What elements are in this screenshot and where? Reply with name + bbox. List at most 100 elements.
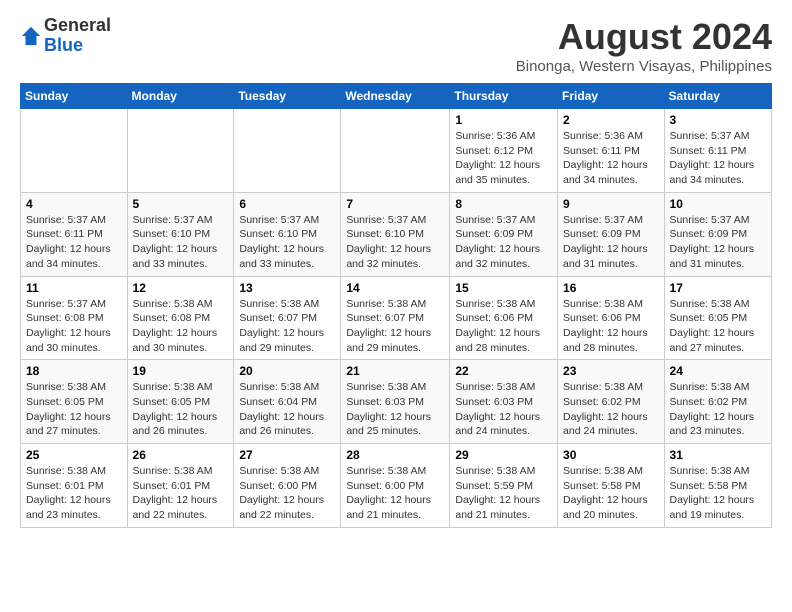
weekday-header: Sunday [21,84,128,109]
weekday-header-row: SundayMondayTuesdayWednesdayThursdayFrid… [21,84,772,109]
day-info: Sunrise: 5:38 AMSunset: 6:01 PMDaylight:… [133,464,229,523]
day-info: Sunrise: 5:38 AMSunset: 6:06 PMDaylight:… [455,297,552,356]
calendar-cell: 14Sunrise: 5:38 AMSunset: 6:07 PMDayligh… [341,276,450,360]
calendar-cell: 15 Sunrise: 5:38 AMSunset: 6:06 PMDayligh… [450,276,558,360]
day-info: Sunrise: 5:36 AMSunset: 6:12 PMDaylight:… [455,129,552,188]
day-info: Sunrise: 5:38 AMSunset: 6:07 PMDaylight:… [239,297,335,356]
day-number: 9 [563,197,659,211]
day-info: Sunrise: 5:37 AMSunset: 6:10 PMDaylight:… [239,213,335,272]
day-info: Sunrise: 5:38 AMSunset: 6:00 PMDaylight:… [346,464,444,523]
calendar-cell: 28 Sunrise: 5:38 AMSunset: 6:00 PMDayligh… [341,444,450,528]
calendar-cell: 7 Sunrise: 5:37 AMSunset: 6:10 PMDaylight… [341,192,450,276]
day-number: 7 [346,197,444,211]
day-number: 1 [455,113,552,127]
calendar-cell: 30 Sunrise: 5:38 AMSunset: 5:58 PMDayligh… [558,444,665,528]
calendar-cell: 21 Sunrise: 5:38 AMSunset: 6:03 PMDayligh… [341,360,450,444]
day-number: 20 [239,364,335,378]
day-number: 25 [26,448,122,462]
day-info: Sunrise: 5:36 AMSunset: 6:11 PMDaylight:… [563,129,659,188]
day-info: Sunrise: 5:37 AMSunset: 6:08 PMDaylight:… [26,297,122,356]
day-number: 31 [670,448,766,462]
logo-blue-text: Blue [44,35,83,55]
day-number: 19 [133,364,229,378]
page-header: General Blue August 2024 Binonga, Wester… [20,16,772,75]
calendar-cell: 5 Sunrise: 5:37 AMSunset: 6:10 PMDaylight… [127,192,234,276]
logo-text: General Blue [44,16,111,56]
day-number: 21 [346,364,444,378]
day-number: 23 [563,364,659,378]
calendar-cell: 24Sunrise: 5:38 AMSunset: 6:02 PMDayligh… [664,360,771,444]
weekday-header: Tuesday [234,84,341,109]
weekday-header: Wednesday [341,84,450,109]
day-info: Sunrise: 5:38 AMSunset: 6:03 PMDaylight:… [346,380,444,439]
day-number: 26 [133,448,229,462]
weekday-header: Thursday [450,84,558,109]
day-number: 5 [133,197,229,211]
day-info: Sunrise: 5:38 AMSunset: 6:05 PMDaylight:… [133,380,229,439]
calendar-week-row: 1 Sunrise: 5:36 AMSunset: 6:12 PMDaylight… [21,109,772,193]
day-info: Sunrise: 5:38 AMSunset: 6:02 PMDaylight:… [563,380,659,439]
calendar-cell: 12 Sunrise: 5:38 AMSunset: 6:08 PMDayligh… [127,276,234,360]
day-info: Sunrise: 5:38 AMSunset: 6:02 PMDaylight:… [670,380,766,439]
calendar-week-row: 18Sunrise: 5:38 AMSunset: 6:05 PMDayligh… [21,360,772,444]
calendar-cell: 19 Sunrise: 5:38 AMSunset: 6:05 PMDayligh… [127,360,234,444]
day-info: Sunrise: 5:38 AMSunset: 6:01 PMDaylight:… [26,464,122,523]
day-number: 6 [239,197,335,211]
day-info: Sunrise: 5:37 AMSunset: 6:09 PMDaylight:… [455,213,552,272]
day-info: Sunrise: 5:37 AMSunset: 6:10 PMDaylight:… [346,213,444,272]
calendar-cell: 17Sunrise: 5:38 AMSunset: 6:05 PMDayligh… [664,276,771,360]
calendar-cell: 18Sunrise: 5:38 AMSunset: 6:05 PMDayligh… [21,360,128,444]
calendar-cell [234,109,341,193]
calendar-cell: 9 Sunrise: 5:37 AMSunset: 6:09 PMDaylight… [558,192,665,276]
calendar-cell: 6 Sunrise: 5:37 AMSunset: 6:10 PMDaylight… [234,192,341,276]
day-number: 27 [239,448,335,462]
calendar-week-row: 25 Sunrise: 5:38 AMSunset: 6:01 PMDayligh… [21,444,772,528]
day-info: Sunrise: 5:38 AMSunset: 6:00 PMDaylight:… [239,464,335,523]
weekday-header: Friday [558,84,665,109]
day-number: 2 [563,113,659,127]
day-number: 29 [455,448,552,462]
month-title: August 2024 [516,16,772,58]
calendar-cell: 23 Sunrise: 5:38 AMSunset: 6:02 PMDayligh… [558,360,665,444]
calendar-cell: 2 Sunrise: 5:36 AMSunset: 6:11 PMDaylight… [558,109,665,193]
calendar-cell [341,109,450,193]
day-number: 4 [26,197,122,211]
calendar-week-row: 4 Sunrise: 5:37 AMSunset: 6:11 PMDaylight… [21,192,772,276]
day-number: 14 [346,281,444,295]
calendar-cell [21,109,128,193]
calendar-cell: 13 Sunrise: 5:38 AMSunset: 6:07 PMDayligh… [234,276,341,360]
day-number: 15 [455,281,552,295]
calendar-cell: 11Sunrise: 5:37 AMSunset: 6:08 PMDayligh… [21,276,128,360]
calendar-cell: 20Sunrise: 5:38 AMSunset: 6:04 PMDayligh… [234,360,341,444]
calendar-cell: 26 Sunrise: 5:38 AMSunset: 6:01 PMDayligh… [127,444,234,528]
day-info: Sunrise: 5:38 AMSunset: 6:05 PMDaylight:… [26,380,122,439]
day-number: 30 [563,448,659,462]
day-info: Sunrise: 5:38 AMSunset: 6:06 PMDaylight:… [563,297,659,356]
day-number: 13 [239,281,335,295]
day-number: 3 [670,113,766,127]
day-info: Sunrise: 5:38 AMSunset: 6:08 PMDaylight:… [133,297,229,356]
title-block: August 2024 Binonga, Western Visayas, Ph… [516,16,772,75]
day-info: Sunrise: 5:38 AMSunset: 5:58 PMDaylight:… [563,464,659,523]
day-number: 12 [133,281,229,295]
calendar-cell: 25 Sunrise: 5:38 AMSunset: 6:01 PMDayligh… [21,444,128,528]
calendar-cell: 3Sunrise: 5:37 AMSunset: 6:11 PMDaylight… [664,109,771,193]
day-number: 22 [455,364,552,378]
day-number: 17 [670,281,766,295]
day-number: 8 [455,197,552,211]
day-info: Sunrise: 5:37 AMSunset: 6:11 PMDaylight:… [26,213,122,272]
calendar-cell: 16Sunrise: 5:38 AMSunset: 6:06 PMDayligh… [558,276,665,360]
logo-general-text: General [44,15,111,35]
weekday-header: Monday [127,84,234,109]
day-info: Sunrise: 5:37 AMSunset: 6:10 PMDaylight:… [133,213,229,272]
day-number: 28 [346,448,444,462]
day-info: Sunrise: 5:38 AMSunset: 5:59 PMDaylight:… [455,464,552,523]
day-info: Sunrise: 5:38 AMSunset: 5:58 PMDaylight:… [670,464,766,523]
location-text: Binonga, Western Visayas, Philippines [516,58,772,75]
logo: General Blue [20,16,111,56]
day-info: Sunrise: 5:37 AMSunset: 6:09 PMDaylight:… [563,213,659,272]
logo-icon [20,25,42,47]
day-info: Sunrise: 5:38 AMSunset: 6:03 PMDaylight:… [455,380,552,439]
calendar-cell: 8 Sunrise: 5:37 AMSunset: 6:09 PMDaylight… [450,192,558,276]
calendar-cell: 4 Sunrise: 5:37 AMSunset: 6:11 PMDaylight… [21,192,128,276]
